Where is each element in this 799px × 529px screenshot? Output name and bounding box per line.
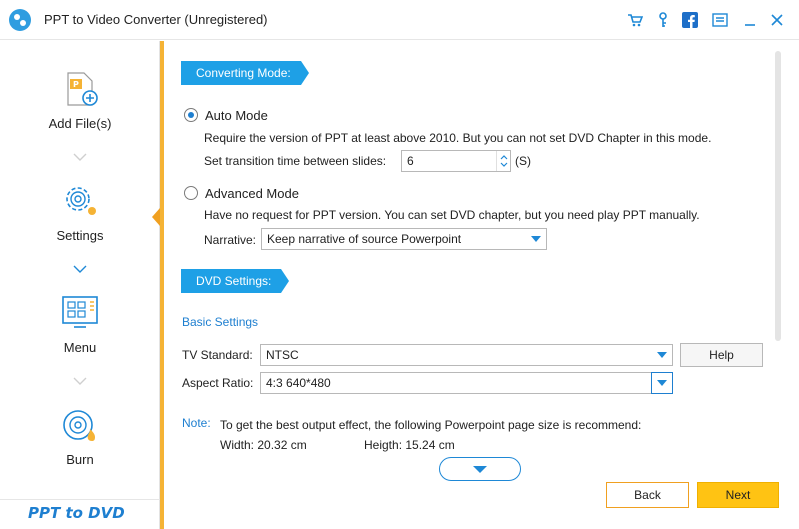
- narrative-label: Narrative:: [204, 233, 257, 247]
- recommended-height: Heigth: 15.24 cm: [364, 438, 455, 452]
- window-title: PPT to Video Converter (Unregistered): [44, 12, 268, 27]
- chevron-down-icon[interactable]: [651, 372, 673, 394]
- basic-settings-label: Basic Settings: [182, 315, 259, 329]
- recommended-width: Width: 20.32 cm: [220, 438, 307, 452]
- title-bar: PPT to Video Converter (Unregistered): [0, 0, 799, 40]
- tv-standard-select[interactable]: NTSC: [260, 344, 673, 366]
- sidebar-item-menu[interactable]: Menu: [0, 293, 160, 355]
- next-button[interactable]: Next: [697, 482, 779, 508]
- aspect-ratio-label: Aspect Ratio:: [182, 376, 254, 390]
- brand-logo: PPT to DVD: [0, 499, 160, 529]
- auto-mode-description: Require the version of PPT at least abov…: [204, 131, 712, 145]
- active-indicator: [152, 208, 160, 226]
- cart-icon[interactable]: [626, 11, 644, 29]
- advanced-mode-radio[interactable]: [184, 186, 198, 200]
- settings-panel: Converting Mode: Auto Mode Require the v…: [164, 41, 799, 529]
- chevron-down-icon: [72, 263, 88, 273]
- expand-more-button[interactable]: [439, 457, 521, 481]
- chevron-down-icon[interactable]: [526, 229, 546, 249]
- transition-time-value: 6: [407, 154, 414, 168]
- advanced-mode-description: Have no request for PPT version. You can…: [204, 208, 700, 222]
- vertical-scrollbar[interactable]: [775, 51, 781, 341]
- sidebar-item-label: Menu: [63, 340, 97, 355]
- transition-time-stepper[interactable]: 6: [401, 150, 511, 172]
- sidebar-item-burn[interactable]: Burn: [0, 405, 160, 467]
- back-button[interactable]: Back: [606, 482, 689, 508]
- svg-text:P: P: [73, 80, 79, 89]
- sidebar-item-settings[interactable]: Settings: [0, 181, 160, 243]
- aspect-ratio-value: 4:3 640*480: [266, 376, 331, 390]
- converting-mode-header: Converting Mode:: [181, 61, 309, 85]
- sidebar-item-add-files[interactable]: P Add File(s): [0, 69, 160, 131]
- chevron-down-icon: [473, 465, 487, 473]
- dvd-settings-header: DVD Settings:: [181, 269, 289, 293]
- menu-icon: [62, 296, 98, 328]
- transition-time-label: Set transition time between slides:: [204, 154, 387, 168]
- aspect-ratio-select[interactable]: 4:3 640*480: [260, 372, 673, 394]
- sidebar: P Add File(s) Settings Menu Burn PPT to …: [0, 41, 160, 529]
- facebook-icon[interactable]: [681, 11, 699, 29]
- narrative-select[interactable]: Keep narrative of source Powerpoint: [261, 228, 547, 250]
- note-label: Note:: [182, 416, 211, 430]
- minimize-icon[interactable]: [741, 11, 759, 29]
- chevron-down-icon: [72, 151, 88, 161]
- transition-time-unit: (S): [515, 154, 531, 168]
- tv-standard-label: TV Standard:: [182, 348, 253, 362]
- chevron-down-icon[interactable]: [652, 345, 672, 365]
- advanced-mode-label: Advanced Mode: [205, 186, 299, 201]
- feedback-icon[interactable]: [711, 11, 729, 29]
- help-button[interactable]: Help: [680, 343, 763, 367]
- sidebar-item-label: Settings: [56, 228, 104, 243]
- narrative-value: Keep narrative of source Powerpoint: [267, 232, 462, 246]
- chevron-down-icon: [72, 375, 88, 385]
- sidebar-item-label: Add File(s): [48, 116, 112, 131]
- sidebar-item-label: Burn: [66, 452, 94, 467]
- add-file-icon: P: [67, 72, 98, 106]
- app-logo-icon: [8, 8, 32, 32]
- stepper-arrows[interactable]: [496, 151, 510, 171]
- settings-icon: [66, 187, 96, 215]
- tv-standard-value: NTSC: [266, 348, 299, 362]
- key-icon[interactable]: [654, 11, 672, 29]
- burn-icon: [63, 410, 95, 441]
- close-icon[interactable]: [768, 11, 786, 29]
- auto-mode-radio[interactable]: [184, 108, 198, 122]
- note-text: To get the best output effect, the follo…: [220, 418, 642, 432]
- auto-mode-label: Auto Mode: [205, 108, 268, 123]
